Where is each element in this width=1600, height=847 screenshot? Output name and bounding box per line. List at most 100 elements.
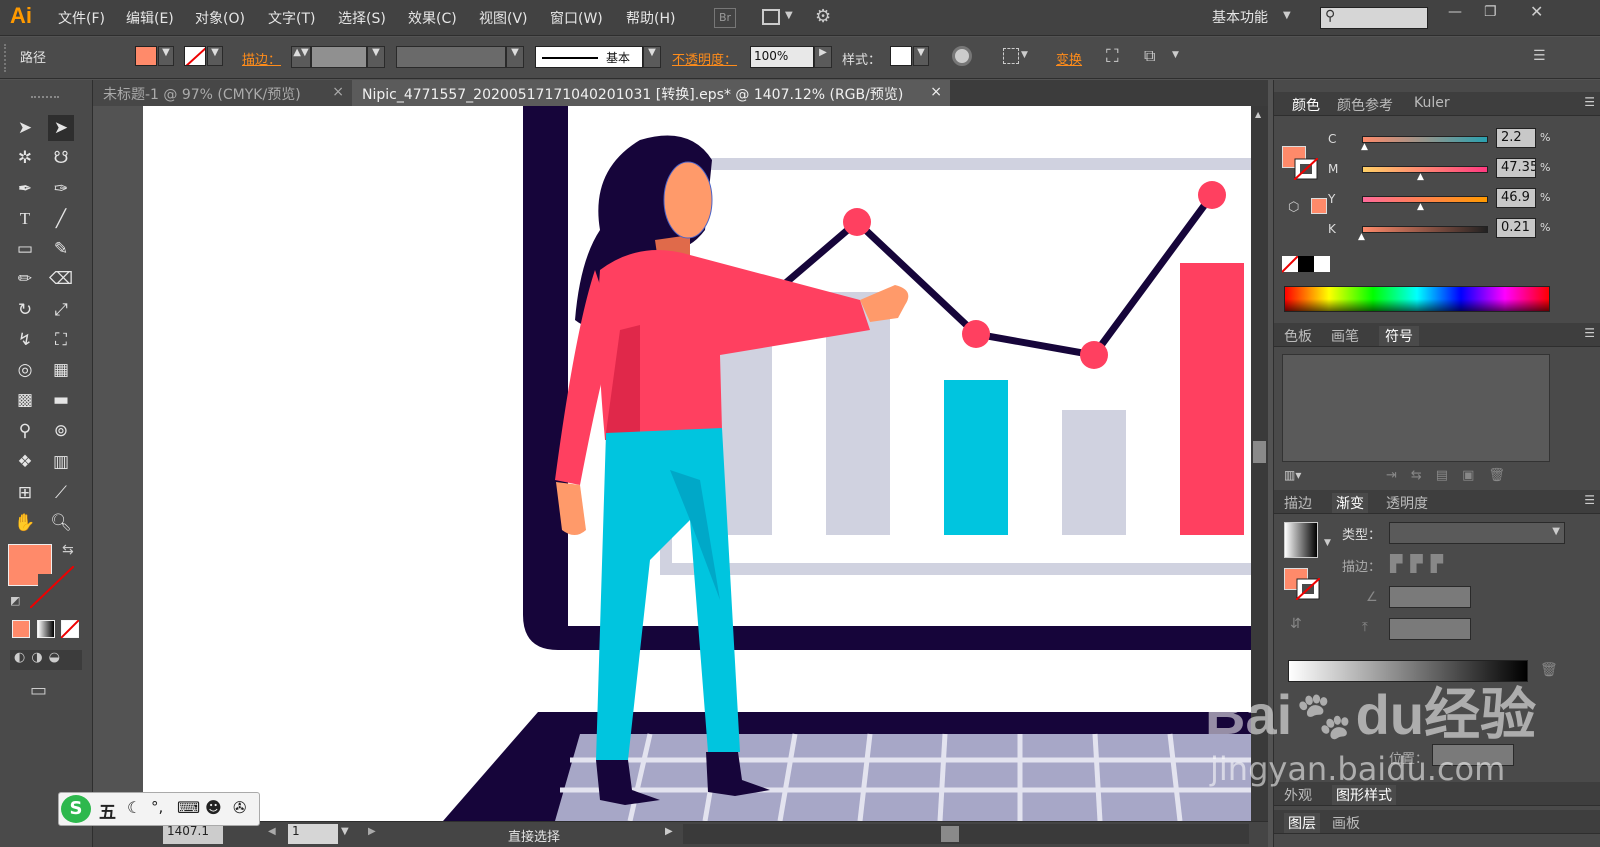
direct-selection-tool-icon[interactable]: ➤ <box>48 115 74 141</box>
horizontal-scrollbar[interactable] <box>683 824 1249 844</box>
stroke-weight-input[interactable] <box>311 46 367 68</box>
cmyk-value-m[interactable]: 47.35 <box>1496 158 1536 178</box>
lasso-icon[interactable]: ☋ <box>48 145 74 171</box>
blend-icon[interactable]: ⊚ <box>48 418 74 444</box>
eyedropper-icon[interactable]: ⚲ <box>12 418 38 444</box>
panel-menu-icon[interactable]: ☰ <box>1584 95 1595 109</box>
search-input[interactable]: ⚲ <box>1320 7 1428 29</box>
slider-thumb[interactable]: ▲ <box>1417 202 1424 212</box>
stroke-weight-dropdown[interactable]: ▼ <box>367 46 385 68</box>
opacity-input[interactable]: 100% <box>750 46 814 68</box>
opacity-label[interactable]: 不透明度： <box>672 49 737 68</box>
chevron-down-icon[interactable]: ▼ <box>1172 50 1179 60</box>
menu-effect[interactable]: 效果(C) <box>408 8 457 28</box>
brush-definition[interactable]: 基本 <box>535 46 643 68</box>
menu-view[interactable]: 视图(V) <box>479 8 528 28</box>
cmyk-slider-c[interactable] <box>1362 136 1488 143</box>
restore-icon[interactable]: ❐ <box>1484 4 1497 20</box>
wrench-icon[interactable]: ✇ <box>233 798 246 817</box>
magic-wand-icon[interactable]: ✲ <box>12 145 38 171</box>
pen-tool-icon[interactable]: ✒ <box>12 176 38 202</box>
minimize-icon[interactable]: — <box>1448 4 1462 20</box>
slice-icon[interactable]: ⟋ <box>48 480 74 506</box>
ime-mode-label[interactable]: 五 <box>99 798 116 823</box>
close-icon[interactable]: ✕ <box>1530 2 1543 21</box>
ime-toolbar[interactable]: S 五 ☾ °, ⌨ ☻ ✇ <box>58 792 260 826</box>
symbol-action-icons[interactable]: ⇥⇆▤▣🗑︎ <box>1386 468 1519 483</box>
eraser-icon[interactable]: ⌫ <box>48 266 74 292</box>
color-mode-button[interactable] <box>12 620 30 638</box>
gradient-stroke-buttons[interactable]: ▛▛▛ <box>1390 554 1474 578</box>
slider-thumb[interactable]: ▲ <box>1417 172 1424 182</box>
stroke-weight-stepper[interactable]: ▲▼ <box>291 46 311 68</box>
rectangle-tool-icon[interactable]: ▭ <box>12 236 38 262</box>
selection-tool-icon[interactable]: ➤ <box>12 115 38 141</box>
tab-kuler[interactable]: Kuler <box>1414 95 1450 111</box>
fill-dropdown[interactable]: ▼ <box>158 46 174 66</box>
zoom-field[interactable]: 1407.1 <box>163 824 223 844</box>
sogou-logo-icon[interactable]: S <box>61 795 91 823</box>
isolate-icon[interactable]: ⛶ <box>1106 46 1119 67</box>
align-icon[interactable] <box>1003 48 1019 64</box>
none-swatch-icon[interactable] <box>1296 578 1320 600</box>
hand-icon[interactable]: ✋ <box>12 510 38 536</box>
menu-file[interactable]: 文件(F) <box>58 8 105 28</box>
warp-icon[interactable]: ↯ <box>12 327 38 353</box>
type-tool-icon[interactable]: T <box>12 206 38 232</box>
none-mode-icon[interactable] <box>61 620 79 638</box>
stroke-swatch[interactable] <box>184 46 206 66</box>
workspace-switcher[interactable]: 基本功能 <box>1212 7 1268 27</box>
tab-brushes[interactable]: 画笔 <box>1331 326 1359 346</box>
chevron-down-icon[interactable]: ▼ <box>785 10 793 21</box>
page-field[interactable]: 1 <box>288 824 338 844</box>
chevron-down-icon[interactable]: ▼ <box>1324 538 1331 548</box>
quick-swatches[interactable] <box>1282 256 1330 274</box>
artboard-icon[interactable]: ⊞ <box>12 480 38 506</box>
user-icon[interactable]: ☻ <box>205 798 222 817</box>
canvas-area[interactable]: ▲ <box>93 106 1268 821</box>
curvature-tool-icon[interactable]: ✑ <box>48 176 74 202</box>
tab-color-guide[interactable]: 颜色参考 <box>1337 95 1393 115</box>
paintbrush-icon[interactable]: ✎ <box>48 236 74 262</box>
cmyk-value-c[interactable]: 2.2 <box>1496 128 1536 148</box>
tab-swatches[interactable]: 色板 <box>1284 326 1312 346</box>
status-menu-icon[interactable]: ▶ <box>665 826 673 837</box>
menu-text[interactable]: 文字(T) <box>268 8 315 28</box>
mesh-icon[interactable]: ▩ <box>12 387 38 413</box>
prev-page-icon[interactable]: ◀ <box>268 826 276 837</box>
shape-builder-icon[interactable]: ◎ <box>12 357 38 383</box>
graphic-style-swatch[interactable] <box>890 46 912 66</box>
perspective-grid-icon[interactable]: ▦ <box>48 357 74 383</box>
screen-mode-icon[interactable]: ▭ <box>30 680 47 701</box>
line-tool-icon[interactable]: ╱ <box>48 206 74 232</box>
sync-icon[interactable]: ⚙ <box>815 6 831 27</box>
scroll-thumb[interactable] <box>941 826 959 842</box>
panel-menu-icon[interactable]: ☰ <box>1584 493 1595 507</box>
fill-swatch[interactable] <box>135 46 157 66</box>
tab-transparency[interactable]: 透明度 <box>1386 493 1428 513</box>
menu-help[interactable]: 帮助(H) <box>626 8 675 28</box>
recolor-icon[interactable] <box>952 46 972 66</box>
keyboard-icon[interactable]: ⌨ <box>177 798 200 817</box>
cmyk-slider-y[interactable] <box>1362 196 1488 203</box>
page-dropdown[interactable]: ▼ <box>341 826 349 837</box>
opacity-arrow[interactable]: ▶ <box>814 46 832 68</box>
menu-object[interactable]: 对象(O) <box>195 8 245 28</box>
gamut-swatch[interactable] <box>1311 198 1327 214</box>
rotate-icon[interactable]: ↻ <box>12 297 38 323</box>
menu-edit[interactable]: 编辑(E) <box>126 8 174 28</box>
gradient-mode-button[interactable] <box>37 620 55 638</box>
transform-link[interactable]: 变换 <box>1056 49 1082 68</box>
color-spectrum[interactable] <box>1284 286 1550 312</box>
panel-menu-icon[interactable]: ☰ <box>1533 48 1546 64</box>
slider-thumb[interactable]: ▲ <box>1361 142 1368 152</box>
default-colors-icon[interactable]: ◩ <box>10 594 20 607</box>
scale-icon[interactable]: ⤢ <box>48 297 74 323</box>
style-dropdown[interactable]: ▼ <box>913 46 929 66</box>
tab-gradient[interactable]: 渐变 <box>1332 493 1368 513</box>
gradient-aspect-input[interactable] <box>1389 618 1471 640</box>
zoom-icon[interactable]: 🔍︎ <box>48 510 74 536</box>
moon-icon[interactable]: ☾ <box>127 798 141 817</box>
tab-artboards[interactable]: 画板 <box>1332 813 1360 833</box>
draw-mode-icons[interactable]: ◐◑◒ <box>10 650 82 670</box>
